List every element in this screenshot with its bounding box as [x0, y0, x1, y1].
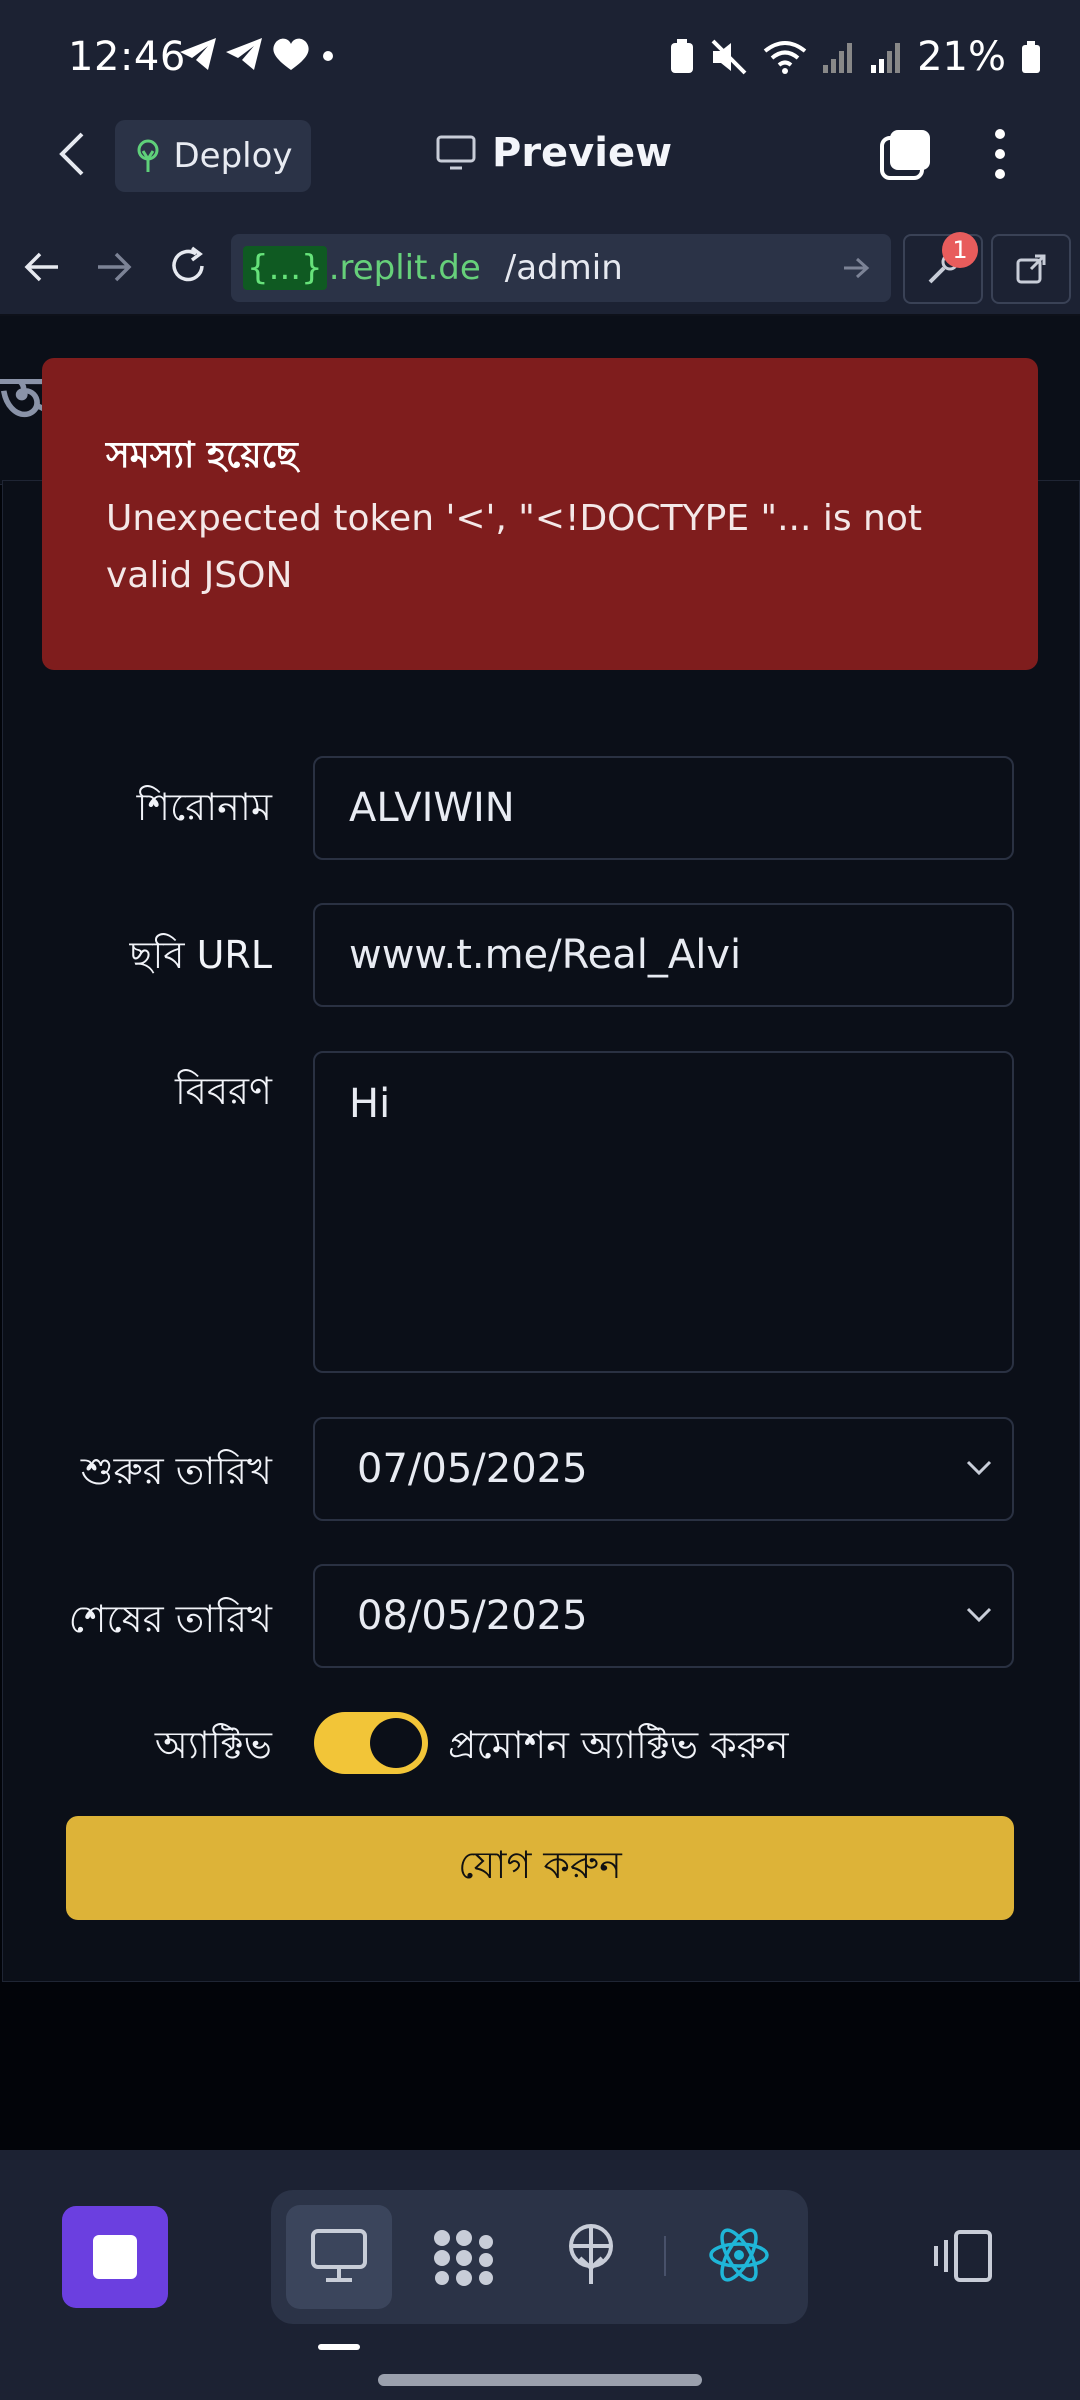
wifi-icon [763, 41, 807, 74]
end-date-input[interactable]: 08/05/2025 [313, 1564, 1014, 1668]
monitor-icon [436, 135, 476, 170]
open-external-icon [1016, 254, 1046, 284]
end-date-label: শেষের তারিখ [68, 1597, 272, 1641]
image-url-input[interactable]: www.t.me/Real_Alvi [313, 903, 1014, 1007]
reload-icon[interactable] [168, 246, 208, 286]
url-domain: .replit.de [328, 248, 481, 288]
url-bar[interactable]: {...} .replit.de /admin [231, 234, 891, 302]
deploy-label: Deploy [173, 136, 293, 176]
description-value: Hi [349, 1081, 391, 1127]
signal-icon [871, 43, 901, 73]
packages-icon[interactable] [432, 2228, 496, 2286]
url-domain-tag: {...} [243, 246, 327, 290]
battery-percent: 21% [917, 34, 1006, 80]
error-message: Unexpected token '<', "<!DOCTYPE "... is… [106, 498, 923, 596]
active-toggle-text: প্রমোশন অ্যাক্টিভ করুন [448, 1723, 789, 1767]
dot-icon [323, 51, 333, 61]
chevron-down-icon [966, 1607, 992, 1623]
end-date-value: 08/05/2025 [357, 1593, 588, 1639]
tab-divider [664, 2236, 666, 2276]
more-vert-icon[interactable] [990, 128, 1010, 180]
title-value: ALVIWIN [349, 785, 515, 831]
notification-badge: 1 [942, 232, 978, 268]
image-url-value: www.t.me/Real_Alvi [349, 932, 742, 978]
status-time: 12:46 [68, 34, 186, 80]
description-label: বিবরণ [174, 1069, 272, 1113]
telegram-icon [226, 38, 262, 70]
deploy-icon [137, 139, 159, 172]
telegram-icon [180, 38, 216, 70]
image-url-label: ছবি URL [129, 933, 272, 977]
tabs-icon[interactable] [880, 128, 932, 180]
title-input[interactable]: ALVIWIN [313, 756, 1014, 860]
error-title: সমস্যা হয়েছে [106, 435, 298, 476]
preview-label: Preview [492, 130, 673, 176]
url-path: /admin [504, 248, 623, 288]
status-right: 21% [669, 34, 1042, 80]
submit-label: যোগ করুন [458, 1843, 622, 1887]
deployments-icon[interactable] [564, 2224, 618, 2286]
go-arrow-icon[interactable] [842, 255, 870, 281]
nav-back-icon[interactable] [24, 250, 60, 284]
start-date-value: 07/05/2025 [357, 1446, 588, 1492]
active-label: অ্যাক্টিভ [154, 1723, 272, 1767]
start-date-input[interactable]: 07/05/2025 [313, 1417, 1014, 1521]
chevron-down-icon [966, 1460, 992, 1476]
preview-monitor-icon [311, 2229, 367, 2282]
active-tab-indicator [318, 2344, 360, 2350]
signal-icon [823, 43, 853, 73]
battery-icon [1022, 41, 1040, 73]
heart-icon [273, 38, 309, 70]
description-textarea[interactable]: Hi [313, 1051, 1014, 1373]
devices-icon[interactable] [932, 2230, 994, 2282]
react-icon[interactable] [708, 2226, 770, 2284]
title-label: শিরোনাম [136, 785, 272, 829]
nav-forward-icon[interactable] [96, 250, 132, 284]
deploy-button[interactable]: Deploy [115, 120, 311, 192]
notification-icons [178, 36, 338, 72]
submit-button[interactable]: যোগ করুন [66, 1816, 1014, 1920]
start-date-label: শুরুর তারিখ [80, 1449, 272, 1493]
toggle-knob [370, 1718, 422, 1768]
battery-saver-icon [671, 39, 694, 73]
back-arrow-icon[interactable] [56, 132, 88, 176]
open-external-button[interactable] [991, 234, 1071, 304]
home-gesture-bar[interactable] [378, 2374, 702, 2386]
preview-title: Preview [436, 130, 672, 176]
stop-button[interactable] [62, 2206, 168, 2308]
mute-icon [711, 39, 747, 75]
stop-icon [93, 2235, 137, 2279]
